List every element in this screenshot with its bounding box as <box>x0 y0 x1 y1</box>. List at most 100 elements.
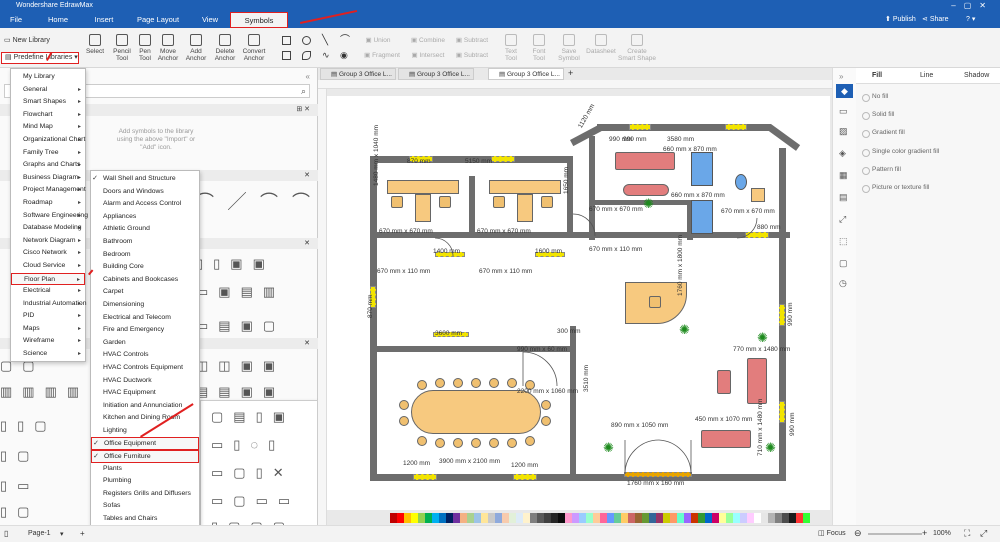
color-swatch[interactable] <box>684 513 691 523</box>
datasheet-button[interactable]: Datasheet <box>585 34 617 55</box>
tab-line[interactable]: Line <box>920 72 933 79</box>
comment-icon[interactable]: ▢ <box>839 258 848 269</box>
help-icon[interactable]: ? ▾ <box>966 12 975 28</box>
page-selector[interactable]: Page-1 <box>28 530 51 537</box>
color-swatch[interactable] <box>565 513 572 523</box>
color-swatch[interactable] <box>467 513 474 523</box>
color-swatch[interactable] <box>803 513 810 523</box>
library-menu-item[interactable]: Database Modeling ▸ <box>11 222 85 235</box>
fill-option-pattern[interactable]: Pattern fill <box>862 166 901 175</box>
color-swatch[interactable] <box>775 513 782 523</box>
color-swatch[interactable] <box>607 513 614 523</box>
color-swatch[interactable] <box>551 513 558 523</box>
color-swatch[interactable] <box>719 513 726 523</box>
library-menu-item[interactable]: Cloud Service ▸ <box>11 260 85 273</box>
library-menu-item[interactable]: Family Tree ▸ <box>11 147 85 160</box>
document-tab-active[interactable]: ▤ Group 3 Office L... ✕ <box>488 68 564 90</box>
library-menu-item[interactable]: General ▸ <box>11 84 85 97</box>
add-anchor-button[interactable]: Add Anchor <box>184 34 208 62</box>
floorplan-submenu-item[interactable]: ✓ Office Equipment <box>91 437 199 451</box>
library-menu-item[interactable]: Project Management ▸ <box>11 184 86 197</box>
symbol-grid[interactable]: ▭▢▭▭ <box>211 493 300 509</box>
color-swatch[interactable] <box>481 513 488 523</box>
floorplan-submenu-item[interactable]: Doors and Windows <box>91 186 199 199</box>
tab-fill[interactable]: Fill <box>872 72 882 79</box>
color-swatch[interactable] <box>747 513 754 523</box>
office-equipment-symbols[interactable]: ▭▣▤▥ <box>196 284 285 300</box>
furniture-symbols[interactable]: ▥▥▥▥ <box>0 384 89 400</box>
floorplan-submenu-item[interactable]: Lighting <box>91 425 199 438</box>
floorplan-submenu-item[interactable]: HVAC Controls Equipment <box>91 362 199 375</box>
floorplan-submenu-item[interactable]: Appliances <box>91 211 199 224</box>
save-symbol-button[interactable]: Save Symbol <box>556 34 582 62</box>
color-swatch[interactable] <box>572 513 579 523</box>
tab-view[interactable]: View <box>196 12 224 28</box>
fit-icon[interactable]: ⤢ <box>839 214 846 225</box>
spline-icon[interactable]: ∿ <box>322 51 331 60</box>
color-swatch[interactable] <box>614 513 621 523</box>
add-library-icon[interactable]: ⊞ ✕ <box>296 105 310 113</box>
library-menu-item[interactable]: Organizational Chart ▸ <box>11 134 85 147</box>
export-icon[interactable]: ⬚ <box>839 236 848 247</box>
move-anchor-button[interactable]: Move Anchor <box>156 34 180 62</box>
floorplan-submenu-item[interactable]: Bathroom <box>91 236 199 249</box>
library-menu-item[interactable]: Graphs and Charts ▸ <box>11 159 85 172</box>
fill-option-picture[interactable]: Picture or texture fill <box>861 184 929 193</box>
window-controls-icon[interactable]: –▢✕ <box>951 0 994 12</box>
predefine-libraries-button[interactable]: ▤ Predefine Libraries ▾ <box>1 52 79 64</box>
eye-icon[interactable]: ◉ <box>340 51 349 60</box>
symbol-grid[interactable]: ▭▯◌▯ <box>211 437 285 453</box>
floorplan-submenu-item[interactable]: Registers Grills and Diffusers <box>91 488 199 501</box>
color-swatch[interactable] <box>754 513 761 523</box>
tab-home[interactable]: Home <box>44 12 72 28</box>
fragment-button[interactable]: ▣ Fragment <box>362 52 402 59</box>
add-tab-icon[interactable]: + <box>568 68 573 78</box>
floorplan-submenu-item[interactable]: HVAC Controls <box>91 349 199 362</box>
color-swatch[interactable] <box>537 513 544 523</box>
pencil-tool-button[interactable]: Pencil Tool <box>110 34 134 62</box>
color-swatch[interactable] <box>446 513 453 523</box>
library-menu-item[interactable]: Business Diagram ▸ <box>11 172 85 185</box>
color-swatch[interactable] <box>782 513 789 523</box>
tab-insert[interactable]: Insert <box>89 12 119 28</box>
tab-file[interactable]: File <box>2 12 30 28</box>
floorplan-submenu-item[interactable]: Fire and Emergency <box>91 324 199 337</box>
select-tool-button[interactable]: Select <box>84 34 106 55</box>
fill-panel-icon[interactable]: ◆ <box>836 84 853 98</box>
library-menu-item[interactable]: My Library <box>11 71 85 84</box>
library-menu-item[interactable]: Smart Shapes ▸ <box>11 96 85 109</box>
color-swatch[interactable] <box>635 513 642 523</box>
zoom-out-icon[interactable]: ⊖ <box>854 528 862 539</box>
color-swatch[interactable] <box>677 513 684 523</box>
floorplan-submenu-item[interactable]: ✓ Office Furniture <box>91 450 199 463</box>
floorplan-submenu-item[interactable]: Carpet <box>91 286 199 299</box>
table-icon[interactable]: ▤ <box>839 192 848 203</box>
rectangle-icon[interactable] <box>282 36 291 45</box>
color-swatch[interactable] <box>439 513 446 523</box>
color-swatch[interactable] <box>789 513 796 523</box>
document-tab[interactable]: ▤ Group 3 Office L... ✕ <box>320 68 396 90</box>
color-swatch[interactable] <box>628 513 635 523</box>
fill-option-solid[interactable]: Solid fill <box>861 111 894 120</box>
new-library-button[interactable]: ▭ New Library <box>4 36 50 44</box>
floorplan-submenu-item[interactable]: Athletic Ground <box>91 223 199 236</box>
drawing-page[interactable]: ✺ ✺ ✺ ✺ ✺ 870 mm 5150 mm 990 mm 3580 mm 660 … <box>327 96 830 510</box>
floorplan-submenu-item[interactable]: HVAC Ductwork <box>91 375 199 388</box>
grid-icon[interactable]: ▦ <box>839 170 848 181</box>
color-palette[interactable] <box>390 513 820 523</box>
font-tool-button[interactable]: Font Tool <box>528 34 550 62</box>
color-swatch[interactable] <box>488 513 495 523</box>
color-swatch[interactable] <box>474 513 481 523</box>
floorplan-submenu-item[interactable]: Bedroom <box>91 249 199 262</box>
document-tab[interactable]: ▤ Group 3 Office L... ✕ <box>398 68 474 90</box>
color-swatch[interactable] <box>768 513 775 523</box>
color-swatch[interactable] <box>593 513 600 523</box>
history-icon[interactable]: ◷ <box>839 278 847 289</box>
library-menu-item[interactable]: Network Diagram ▸ <box>11 235 85 248</box>
color-swatch[interactable] <box>705 513 712 523</box>
color-swatch[interactable] <box>761 513 768 523</box>
color-swatch[interactable] <box>516 513 523 523</box>
library-menu-item[interactable]: Electrical ▸ <box>11 285 85 298</box>
zoom-in-icon[interactable]: + <box>922 528 927 538</box>
color-swatch[interactable] <box>642 513 649 523</box>
